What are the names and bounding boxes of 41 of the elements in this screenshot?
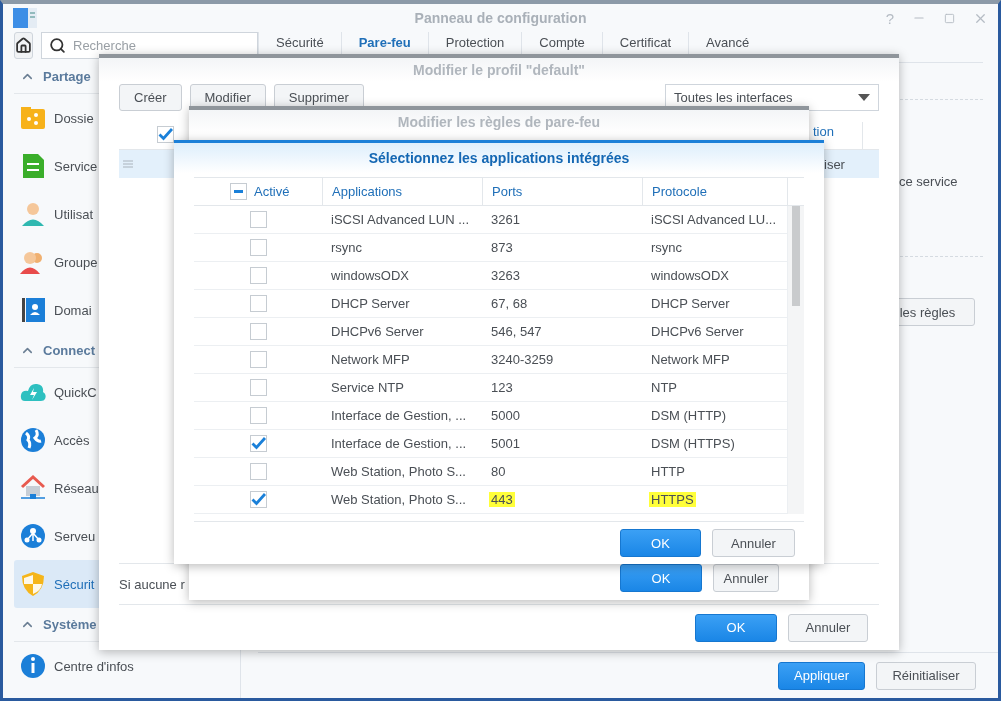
table-cell-text: 5000 [490, 408, 521, 423]
table-cell-text: iSCSI Advanced LU... [650, 212, 777, 227]
dialog-title: Modifier le profil "default" [99, 58, 899, 82]
table-cell-text: 123 [490, 380, 514, 395]
table-cell-text: 3263 [490, 268, 521, 283]
table-cell-text: windowsODX [650, 268, 731, 283]
table-cell-text: rsync [650, 240, 684, 255]
table-cell: Network MFP [331, 352, 410, 367]
table-cell: Web Station, Photo S... [331, 492, 466, 507]
table-cell: HTTPS [649, 492, 696, 507]
table-cell: Service NTP [331, 380, 404, 395]
table-cell: iSCSI Advanced LUN ... [331, 212, 469, 227]
table-cell-text: 546, 547 [490, 324, 543, 339]
column-header: tion [813, 124, 834, 139]
table-cell-text: 3240-3259 [490, 352, 555, 367]
table-cell: 443 [489, 492, 515, 507]
table-cell: iser [824, 156, 845, 172]
table-cell-text: 873 [490, 240, 514, 255]
table-cell: DHCP Server [331, 296, 410, 311]
dialog-title: Modifier les règles de pare-feu [189, 110, 809, 134]
note-text: Si aucune r [119, 576, 185, 592]
dialog-title: Sélectionnez les applications intégrées [174, 143, 824, 173]
table-cell-text: 67, 68 [490, 296, 529, 311]
table-cell: windowsODX [331, 268, 410, 283]
table-cell-text: 80 [490, 464, 507, 479]
table-cell: rsync [331, 240, 363, 255]
table-cell-text: DSM (HTTPS) [650, 436, 736, 451]
description-text: ce service [898, 174, 959, 189]
table-cell: Interface de Gestion, ... [331, 408, 467, 423]
table-cell-text: NTP [650, 380, 678, 395]
table-cell-text: DSM (HTTP) [650, 408, 728, 423]
table-cell: Interface de Gestion, ... [331, 436, 467, 451]
table-cell-text: Network MFP [650, 352, 731, 367]
table-cell-text: 5001 [490, 436, 521, 451]
table-cell-text: DHCP Server [650, 296, 731, 311]
table-cell: DHCPv6 Server [331, 324, 424, 339]
table-cell: Web Station, Photo S... [331, 464, 466, 479]
table-cell-text: DHCPv6 Server [650, 324, 745, 339]
table-cell-text: 3261 [490, 212, 521, 227]
table-cell-text: HTTP [650, 464, 686, 479]
window-title: Panneau de configuration [414, 10, 587, 26]
